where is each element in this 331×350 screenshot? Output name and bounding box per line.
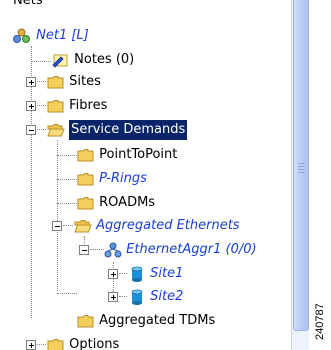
folder-icon	[47, 100, 64, 113]
tree-guide-line	[63, 225, 73, 226]
site-cylinder-icon	[131, 266, 143, 282]
tree-node-aggregated-tdms[interactable]: Aggregated TDMs	[77, 311, 215, 331]
tree-guide-line	[90, 249, 104, 250]
folder-icon	[77, 315, 94, 328]
tree-node-site2[interactable]: Site2	[128, 287, 183, 307]
network-icon	[13, 28, 30, 43]
tree-node-point-to-point[interactable]: PointToPoint	[77, 145, 177, 165]
thumb-grip-line	[298, 169, 305, 170]
collapse-toggle-aggregated-ethernets[interactable]	[52, 221, 62, 231]
tree-guide-line	[57, 179, 77, 180]
tree-guide-line	[119, 296, 127, 297]
tree-guide-line	[37, 129, 46, 130]
figure-number: 240787	[314, 303, 326, 340]
collapse-toggle-service-demands[interactable]	[26, 125, 36, 135]
tree-guide-line	[57, 140, 58, 291]
tree-node-p-rings[interactable]: P-Rings	[77, 169, 147, 189]
tree-guide-line	[57, 155, 77, 156]
tree-node-aggregated-ethernets[interactable]: Aggregated Ethernets	[74, 216, 240, 236]
tree-node-site1[interactable]: Site1	[128, 264, 183, 284]
tree-node-service-demands[interactable]: Service Demands	[47, 120, 188, 140]
thumb-grip-line	[298, 166, 305, 167]
folder-icon	[77, 149, 94, 162]
open-folder-icon	[74, 220, 92, 233]
scrollbar-thumb[interactable]	[293, 0, 309, 331]
tree-guide-line	[113, 262, 114, 296]
site-cylinder-icon	[131, 289, 143, 305]
tree-guide-line	[31, 61, 51, 62]
expand-toggle-options[interactable]	[26, 340, 36, 350]
tree-guide-line	[57, 293, 77, 294]
expand-toggle-site2[interactable]	[108, 292, 118, 302]
tree-node-fibres[interactable]: Fibres	[47, 96, 107, 116]
tree-guide-line	[37, 344, 46, 345]
tree-guide-line	[119, 273, 127, 274]
expand-toggle-fibres[interactable]	[26, 101, 36, 111]
folder-icon	[47, 76, 64, 89]
tree-guide-line	[37, 105, 46, 106]
tree-node-options[interactable]: Options	[47, 335, 119, 350]
notes-icon	[52, 54, 68, 68]
tree-guide-line	[37, 81, 46, 82]
open-folder-icon	[47, 124, 65, 137]
folder-icon	[77, 173, 94, 186]
tree-header-nets: Nets	[13, 0, 43, 8]
tree-node-roadms[interactable]: ROADMs	[77, 193, 155, 213]
folder-icon	[77, 197, 94, 210]
vertical-scrollbar[interactable]	[291, 0, 309, 350]
thumb-grip-line	[298, 163, 305, 164]
tree-node-net1[interactable]: Net1 [L]	[12, 26, 89, 46]
tree-node-sites[interactable]: Sites	[47, 72, 101, 92]
tree-node-ethernet-aggr1[interactable]: EthernetAggr1 (0/0)	[104, 240, 257, 260]
collapse-toggle-ethernet-aggr1[interactable]	[79, 245, 89, 255]
tree-node-notes[interactable]: Notes (0)	[52, 50, 134, 70]
folder-icon	[47, 339, 64, 350]
thumb-grip-line	[298, 172, 305, 173]
aggregation-icon	[104, 242, 122, 258]
project-tree: Nets Net1 [L] Notes (0) Sites Fibres Ser…	[0, 0, 290, 350]
expand-toggle-site1[interactable]	[108, 269, 118, 279]
expand-toggle-sites[interactable]	[26, 77, 36, 87]
tree-guide-line	[57, 203, 77, 204]
